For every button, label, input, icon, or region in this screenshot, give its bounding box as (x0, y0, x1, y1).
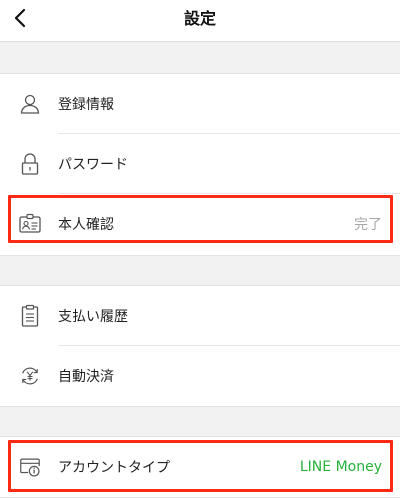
menu-item-label: 自動決済 (58, 369, 114, 385)
menu-item-auto-payment[interactable]: 自動決済 (0, 346, 400, 406)
highlight-box-identity-verification (8, 195, 393, 243)
menu-item-payment-history[interactable]: 支払い履歴 (0, 286, 400, 346)
menu-item-label: パスワード (58, 157, 128, 173)
page-title: 設定 (183, 9, 216, 28)
clipboard-icon (18, 304, 42, 328)
menu-item-label: 登録情報 (58, 97, 114, 113)
section-payments: 支払い履歴 自動決済 (0, 285, 400, 407)
menu-item-password[interactable]: パスワード (0, 134, 400, 194)
menu-item-label: 支払い履歴 (58, 309, 128, 325)
person-icon (18, 92, 42, 116)
lock-icon (18, 152, 42, 176)
yen-cycle-icon (18, 364, 42, 388)
highlight-box-account-type (8, 440, 393, 492)
menu-item-registration-info[interactable]: 登録情報 (0, 74, 400, 134)
header-bar: 設定 (0, 0, 400, 42)
